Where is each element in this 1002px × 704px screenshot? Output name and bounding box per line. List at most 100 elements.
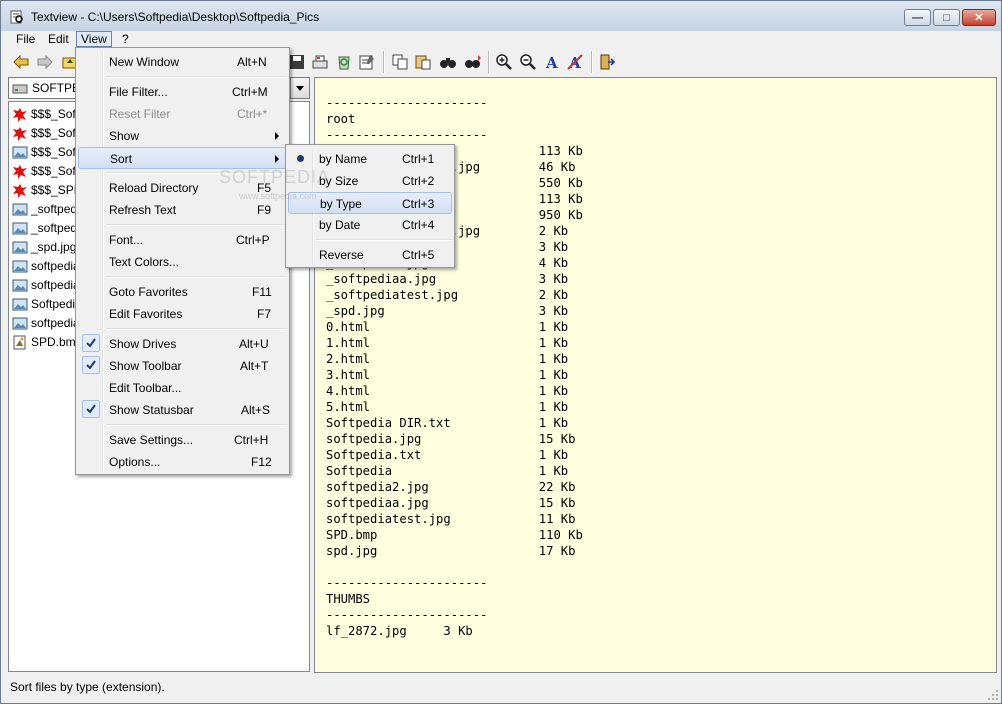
forward-icon[interactable] [36,53,54,71]
save-icon[interactable] [288,53,306,71]
menu-item-edit-favorites[interactable]: Edit Favorites F7 [78,303,287,325]
menu-edit[interactable]: Edit [44,31,73,47]
menu-item-label: Reverse [319,248,364,262]
menu-item-new-window[interactable]: New Window Alt+N [78,51,287,73]
menu-item-reload-directory[interactable]: Reload Directory F5 [78,177,287,199]
text-line: 1.html 1 Kb [326,336,569,350]
menu-item-label: Reload Directory [109,181,199,195]
menu-item-reset-filter[interactable]: Reset Filter Ctrl+* [78,103,287,125]
menu-item-shortcut: Alt+N [237,55,267,69]
text-line: SPD.bmp 110 Kb [326,528,583,542]
text-line: THUMBS [326,592,371,606]
drive-icon [12,84,28,94]
checkbox-checked [82,334,100,352]
menu-item-text-colors[interactable]: Text Colors... [78,251,287,273]
menu-item-file-filter[interactable]: File Filter... Ctrl+M [78,81,287,103]
menu-item-label: Sort [110,152,133,166]
toolbar-separator [591,51,593,73]
app-icon [10,10,23,24]
menu-item-sort-by-date[interactable]: by Date Ctrl+4 [288,214,452,236]
menu-item-goto-favorites[interactable]: Goto Favorites F11 [78,281,287,303]
menu-item-label: New Window [109,55,180,69]
text-line: _softpediatest.jpg 2 Kb [326,288,569,302]
image-file-icon [12,317,28,330]
menu-item-shortcut: F5 [257,181,272,195]
properties-icon[interactable] [358,53,376,71]
menu-item-shortcut: F7 [257,307,272,321]
paste-icon[interactable] [414,53,432,71]
menu-item-label: Show [109,129,140,143]
toolbar-separator [488,51,490,73]
menu-view[interactable]: View [76,31,112,47]
print-icon[interactable] [311,53,329,71]
text-line: 3.html 1 Kb [326,368,569,382]
menu-item-sort-by-size[interactable]: by Size Ctrl+2 [288,170,452,192]
title-bar[interactable]: Textview - C:\Users\Softpedia\Desktop\So… [1,1,1001,31]
text-color-icon[interactable]: A [566,53,584,71]
find-icon[interactable] [439,53,457,71]
menu-item-shortcut: Ctrl+M [232,85,268,99]
menu-item-sort[interactable]: Sort [78,147,287,169]
menu-item-label: Show Drives [109,337,177,351]
menu-separator [106,76,287,78]
submenu-arrow-icon [275,155,279,163]
menu-item-shortcut: Ctrl+5 [402,248,435,262]
text-line: ---------------------- [326,128,488,142]
text-line: 5.html 1 Kb [326,400,569,414]
zoom-out-icon[interactable] [519,53,537,71]
file-name: _spd.jpg [31,240,77,254]
menu-item-sort-reverse[interactable]: Reverse Ctrl+5 [288,244,452,266]
recycle-icon[interactable] [335,53,353,71]
menu-item-show-drives[interactable]: Show Drives Alt+U [78,333,287,355]
menu-item-show-statusbar[interactable]: Show Statusbar Alt+S [78,399,287,421]
minimize-button[interactable]: — [904,9,931,26]
menu-item-shortcut: Ctrl+1 [402,152,435,166]
submenu-arrow-icon [275,132,279,140]
menu-item-label: Show Statusbar [109,403,194,417]
menu-item-sort-by-type[interactable]: by Type Ctrl+3 [288,192,452,214]
menu-item-label: by Type [320,197,362,211]
text-line: ---------------------- [326,608,488,622]
back-icon[interactable] [12,53,30,71]
menu-item-show-toolbar[interactable]: Show Toolbar Alt+T [78,355,287,377]
zoom-in-icon[interactable] [495,53,513,71]
text-line: 2.html 1 Kb [326,352,569,366]
font-icon[interactable]: A [543,53,561,71]
find-next-icon[interactable] [464,53,482,71]
copy-icon[interactable] [391,53,409,71]
menu-bar: File Edit View ? [1,31,1001,47]
image-file-icon [12,298,28,311]
text-line: 4.html 1 Kb [326,384,569,398]
menu-item-label: Show Toolbar [109,359,182,373]
menu-item-save-settings[interactable]: Save Settings... Ctrl+H [78,429,287,451]
menu-item-shortcut: Ctrl+* [237,107,268,121]
svg-text:A: A [545,54,558,71]
resize-grip-icon[interactable] [987,689,999,701]
menu-help[interactable]: ? [118,31,133,47]
app-window: Textview - C:\Users\Softpedia\Desktop\So… [0,0,1002,704]
drive-dropdown-button[interactable] [290,78,309,98]
menu-file[interactable]: File [12,31,39,47]
menu-item-refresh-text[interactable]: Refresh Text F9 [78,199,287,221]
menu-item-shortcut: F9 [257,203,272,217]
menu-item-font[interactable]: Font... Ctrl+P [78,229,287,251]
menu-item-options[interactable]: Options... F12 [78,451,287,473]
menu-item-shortcut: F11 [252,285,272,299]
sort-submenu: by Name Ctrl+1 by Size Ctrl+2 by Type Ct… [285,144,455,268]
checkmark-icon [86,404,96,414]
maximize-button[interactable]: □ [933,9,960,26]
broken-image-icon [13,184,27,198]
menu-item-show[interactable]: Show [78,125,287,147]
close-button[interactable]: ✕ [962,9,996,26]
menu-item-shortcut: Ctrl+3 [402,197,435,211]
text-line: _spd.jpg 3 Kb [326,304,569,318]
text-line: root [326,112,356,126]
menu-item-edit-toolbar[interactable]: Edit Toolbar... [78,377,287,399]
menu-item-label: by Size [319,174,359,188]
exit-icon[interactable] [598,53,616,71]
text-line: Softpedia DIR.txt 1 Kb [326,416,569,430]
menu-item-shortcut: Alt+S [241,403,271,417]
status-text: Sort files by type (extension). [10,680,165,694]
menu-item-shortcut: Ctrl+4 [402,218,435,232]
menu-item-sort-by-name[interactable]: by Name Ctrl+1 [288,148,452,170]
